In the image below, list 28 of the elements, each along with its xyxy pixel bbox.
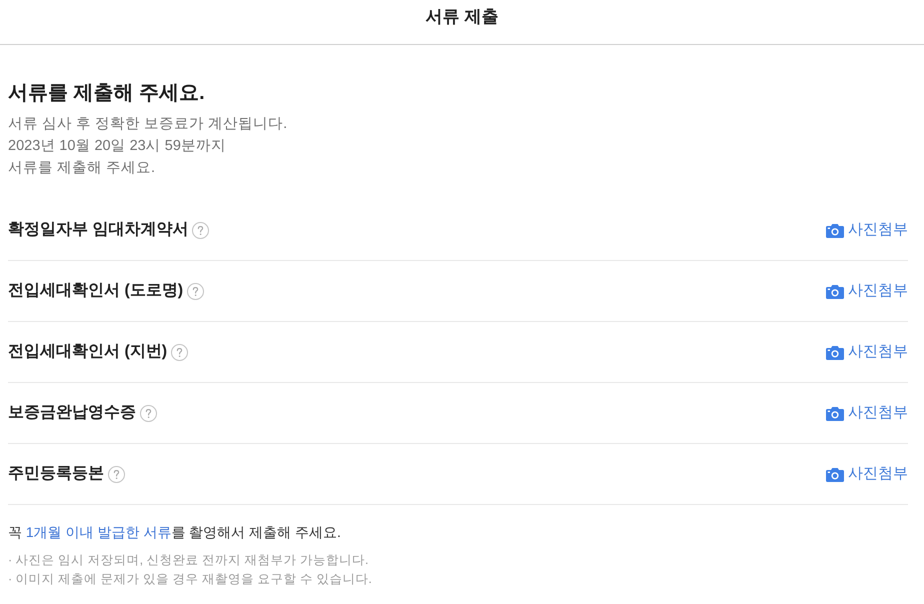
- camera-icon: [826, 222, 844, 238]
- camera-icon: [826, 284, 844, 298]
- document-name: 주민등록등본: [8, 464, 104, 484]
- camera-icon: [826, 406, 844, 420]
- page-title: 서류 제출: [426, 6, 498, 28]
- description-text: 2023년 10월 20일 23시 59분까지: [8, 137, 227, 156]
- camera-icon: [826, 344, 844, 360]
- document-name: 전입세대확인서 (도로명): [8, 281, 184, 301]
- attach-photo-button[interactable]: 사진첨부: [826, 403, 908, 423]
- attach-photo-button[interactable]: 사진첨부: [826, 281, 908, 301]
- attach-photo-button[interactable]: 사진첨부: [826, 464, 908, 484]
- help-icon[interactable]: [192, 222, 210, 238]
- document-name: 확정일자부 임대차계약서: [8, 220, 188, 240]
- note-text: · 사진은 임시 저장되며, 신청완료 전까지 재첨부가 가능합니다.: [8, 552, 370, 569]
- document-name: 전입세대확인서 (지번): [8, 342, 168, 362]
- help-icon[interactable]: [171, 344, 188, 360]
- notice-text: 꼭 1개월 이내 발급한 서류를 촬영해서 제출해 주세요.: [8, 523, 342, 542]
- attach-photo-button[interactable]: 사진첨부: [826, 220, 908, 240]
- section-heading: 서류를 제출해 주세요.: [8, 81, 206, 106]
- description-text: 서류를 제출해 주세요.: [8, 159, 156, 178]
- description-text: 서류 심사 후 정확한 보증료가 계산됩니다.: [8, 115, 288, 134]
- help-icon[interactable]: [187, 282, 204, 300]
- attach-photo-button[interactable]: 사진첨부: [826, 342, 908, 362]
- camera-icon: [826, 466, 844, 482]
- document-name: 보증금완납영수증: [8, 403, 136, 423]
- help-icon[interactable]: [140, 404, 157, 422]
- help-icon[interactable]: [108, 466, 125, 482]
- note-text: · 이미지 제출에 문제가 있을 경우 재촬영을 요구할 수 있습니다.: [8, 571, 373, 588]
